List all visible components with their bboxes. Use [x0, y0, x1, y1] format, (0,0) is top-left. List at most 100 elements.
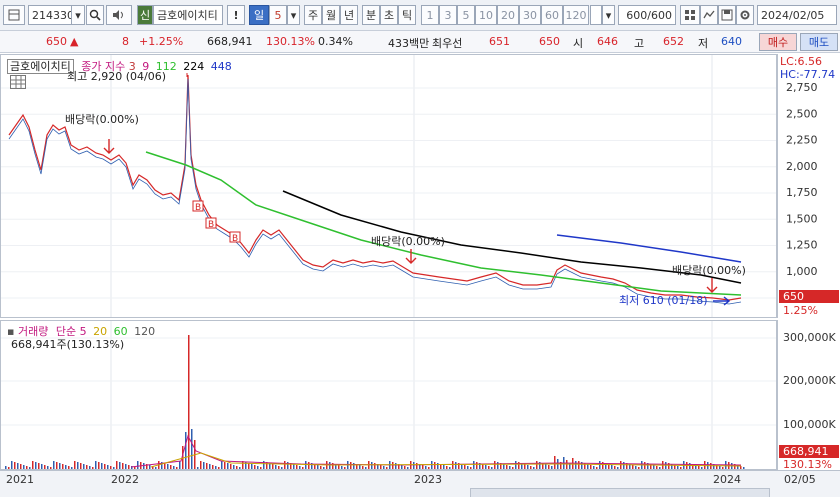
volume-bar	[302, 467, 304, 469]
interval-5[interactable]: 5	[457, 5, 475, 25]
table-toggle-icon[interactable]	[10, 75, 26, 89]
volume-bar	[134, 467, 136, 469]
volume-bar	[74, 461, 76, 469]
save-icon[interactable]	[718, 5, 736, 25]
volume-bar	[209, 464, 211, 469]
volume-bar	[227, 463, 229, 469]
period-second-button[interactable]: 초	[380, 5, 398, 25]
volume-bar	[125, 464, 127, 469]
alert-button[interactable]: !	[227, 5, 245, 25]
gear-icon[interactable]	[736, 5, 754, 25]
interval-20[interactable]: 20	[497, 5, 519, 25]
volume-bar	[71, 467, 73, 469]
volume-bar	[239, 467, 241, 469]
volume-bar	[155, 467, 157, 469]
date-label-last: 02/05	[784, 473, 816, 486]
high-label: 고	[634, 37, 645, 50]
volume-bar	[623, 462, 625, 469]
volume-bar	[80, 463, 82, 469]
interval-60[interactable]: 60	[541, 5, 563, 25]
volume-bar	[5, 466, 7, 469]
volume-bar	[338, 465, 340, 469]
min-price-note: 최저 610 (01/18)	[619, 294, 708, 307]
crosshair-icon[interactable]	[700, 5, 718, 25]
open-label: 시	[573, 37, 584, 50]
interval-10[interactable]: 10	[475, 5, 497, 25]
price-chart-pane[interactable]: 최고 2,920 (04/06) 배당락(0.00%) 배당락(0.00%) 배당락(…	[0, 54, 777, 318]
period-year-button[interactable]: 년	[340, 5, 358, 25]
interval-1[interactable]: 1	[421, 5, 439, 25]
volume-bar	[11, 461, 13, 469]
period-day-button[interactable]: 일	[249, 5, 269, 25]
buy-signal-letter: B	[195, 203, 201, 213]
volume-bar	[455, 462, 457, 469]
volume-bar	[68, 466, 70, 469]
volume-bar	[230, 464, 232, 469]
period-number[interactable]: 5	[269, 5, 287, 25]
volume-bar	[383, 466, 385, 469]
volume-bar	[548, 465, 550, 469]
price-change-pct: +1.25%	[139, 35, 184, 48]
volume-bar	[167, 464, 169, 469]
price-tick-label: 2,250	[786, 134, 818, 147]
current-volume-text: 668,941	[783, 445, 829, 458]
volume-bar	[110, 466, 112, 469]
search-icon[interactable]	[86, 5, 104, 25]
volume-bar	[485, 465, 487, 469]
ma-448-line	[556, 234, 742, 263]
volume-bar	[428, 467, 430, 469]
volume-bar	[62, 464, 64, 469]
volume-bar	[203, 462, 205, 469]
volume-bar	[308, 462, 310, 469]
volume-bar	[530, 466, 532, 469]
price-tick-label: 1,500	[786, 212, 818, 225]
low-value: 640	[721, 35, 742, 48]
current-price-text: 650	[783, 290, 804, 303]
volume-bar	[494, 461, 496, 469]
volume-bar	[515, 461, 517, 469]
period-minute-button[interactable]: 분	[362, 5, 380, 25]
date-field[interactable]: 2024/02/05	[757, 5, 837, 25]
layout-icon[interactable]	[3, 5, 25, 25]
sell-button[interactable]: 매도	[800, 33, 838, 51]
volume-bar	[401, 465, 403, 469]
volume-chart-pane[interactable]: ▪ 거래량 단순 5 20 60 120 668,941주(130.13%)	[0, 320, 777, 470]
price-chart-canvas: 최고 2,920 (04/06)배당락(0.00%)배당락(0.00%)배당락(…	[1, 55, 776, 317]
volume-bar	[476, 462, 478, 469]
interval-120[interactable]: 120	[563, 5, 589, 25]
code-dropdown-icon[interactable]: ▾	[71, 5, 85, 25]
volume-axis-canvas: 300,000K 200,000K 100,000K 668,941130.13%	[779, 331, 839, 471]
volume-bar	[437, 463, 439, 469]
volume-bar	[20, 464, 22, 469]
period-week-button[interactable]: 주	[304, 5, 322, 25]
interval-input[interactable]	[590, 5, 602, 25]
interval-30[interactable]: 30	[519, 5, 541, 25]
period-tick-button[interactable]: 틱	[398, 5, 416, 25]
period-dropdown-icon[interactable]: ▾	[287, 5, 300, 25]
interval-3[interactable]: 3	[439, 5, 457, 25]
data-count-field[interactable]: 600/600	[618, 5, 676, 25]
volume-bar	[554, 456, 556, 469]
chart-scrollbar[interactable]	[470, 488, 770, 497]
stock-name-field[interactable]: 금호에이치티	[153, 5, 223, 25]
volume-bar	[329, 462, 331, 469]
volume-bar	[260, 467, 262, 469]
grid-icon[interactable]	[680, 5, 700, 25]
volume-bar	[47, 466, 49, 469]
volume-bar	[407, 467, 409, 469]
volume-bar	[38, 463, 40, 469]
interval-dropdown-icon[interactable]: ▾	[602, 5, 615, 25]
price-tick-label: 1,000	[786, 265, 818, 278]
speaker-icon[interactable]	[106, 5, 132, 25]
volume-bar	[299, 466, 301, 469]
period-month-button[interactable]: 월	[322, 5, 340, 25]
volume-bar	[677, 466, 679, 469]
ma-112-label: 112	[155, 60, 177, 73]
stock-code-input[interactable]: 214330	[28, 5, 74, 25]
volume-bar	[254, 465, 256, 469]
volume-bar	[8, 467, 10, 469]
dividend-arrow-icon	[706, 278, 718, 293]
current-price: 650	[539, 35, 560, 48]
volume-bar	[422, 465, 424, 469]
buy-button[interactable]: 매수	[759, 33, 797, 51]
